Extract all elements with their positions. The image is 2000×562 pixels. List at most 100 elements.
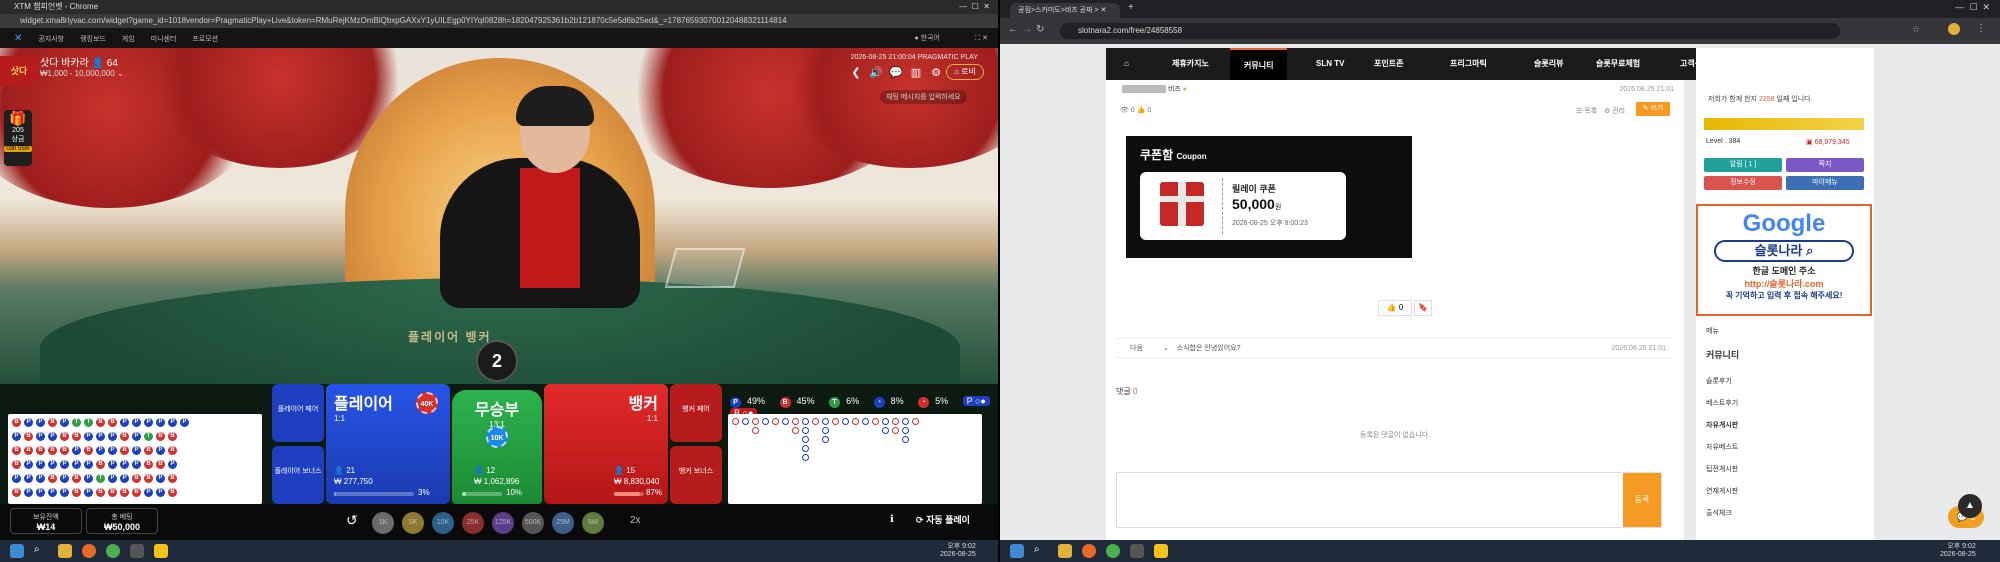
forward-icon[interactable]: → [1022, 24, 1032, 35]
browser-tab[interactable]: 공짐>스카미도>비즈 공짜 > ✕ [1010, 3, 1120, 18]
chrome-icon[interactable] [106, 544, 120, 558]
app-icon[interactable] [130, 544, 144, 558]
chip-5k[interactable]: 5K [402, 512, 424, 534]
start-icon[interactable] [10, 544, 24, 558]
chip-1k[interactable]: 1K [372, 512, 394, 534]
tie-bet[interactable]: 무승부 13:1 10K 👤 12 ₩ 1,062,896 10% [452, 390, 542, 504]
search-icon[interactable]: ⌕ [34, 544, 48, 558]
nav-casino[interactable]: 제휴카지노 [1172, 48, 1209, 80]
nav-promotion[interactable]: 프로모션 [192, 31, 218, 49]
explorer-icon[interactable] [58, 544, 72, 558]
lobby-button[interactable]: ⌂ 로비 [946, 64, 984, 80]
scroll-top-button[interactable]: ▲ [1958, 494, 1982, 518]
next-post-row[interactable]: 다음 ⌄ 소식합은 안녕있어요? 2026.08.25 21:01 [1116, 338, 1672, 358]
player-predict[interactable]: P ○● [962, 396, 990, 406]
firefox-icon[interactable] [82, 544, 96, 558]
bookmark-button[interactable]: 🔖 [1414, 300, 1432, 316]
nav-window-controls[interactable]: ⛶ ✕ [975, 30, 988, 48]
home-icon[interactable]: ⌂ [1124, 48, 1129, 80]
player-bar-fill [334, 492, 337, 496]
nav-points[interactable]: 포인트존 [1374, 48, 1403, 80]
nav-minicenter[interactable]: 미니센터 [151, 31, 177, 49]
profile-avatar[interactable] [1948, 23, 1960, 35]
window-controls[interactable]: — ☐ ✕ [959, 0, 990, 14]
player-bonus-bet[interactable]: 플레이어 보너스 [272, 446, 324, 504]
undo-icon[interactable]: ↺ [346, 512, 358, 529]
player-bet[interactable]: 플레이어 1:1 40K 👤 21 ₩ 277,750 3% [326, 384, 450, 504]
chip-500k[interactable]: 500K [522, 512, 544, 534]
search-icon-right[interactable]: ⌕ [1034, 544, 1048, 558]
chip-25m[interactable]: 25M [552, 512, 574, 534]
nav-slntv[interactable]: SLN TV [1316, 48, 1344, 80]
window-titlebar[interactable]: XTM 챔피언벳 - Chrome — ☐ ✕ [0, 0, 998, 14]
nav-games[interactable]: 게임 [122, 31, 135, 49]
chip-125k[interactable]: 125K [492, 512, 514, 534]
double-bet-button[interactable]: 2x [630, 515, 641, 526]
menu-item-free-best[interactable]: 자유베스트 [1706, 442, 1738, 452]
nav-free-slots[interactable]: 슬롯무료체험 [1596, 48, 1640, 80]
message-button[interactable]: 쪽지 [1786, 158, 1864, 172]
nav-community[interactable]: 커뮤니티 [1230, 48, 1288, 80]
window-controls-right[interactable]: — ☐ ✕ [1955, 2, 1990, 13]
menu-kebab-icon[interactable]: ⋮ [1976, 23, 1986, 34]
back-icon[interactable]: ← [1008, 24, 1018, 35]
banker-pair-bet[interactable]: 뱅커 페어 [670, 384, 722, 442]
menu-item-slot-reviews[interactable]: 슬롯후기 [1706, 376, 1732, 386]
my-menu-button[interactable]: 마이메뉴 [1786, 176, 1864, 190]
site-logo[interactable]: ✕ [14, 30, 22, 48]
community-header[interactable]: 커뮤니티 [1706, 348, 1739, 361]
vote-up-button[interactable]: 👍 0 [1378, 300, 1412, 316]
menu-item-best-reviews[interactable]: 베스트후기 [1706, 398, 1738, 408]
list-button[interactable]: ☰ 목록 [1576, 106, 1597, 116]
nav-ranking[interactable]: 랭킹보드 [80, 31, 106, 49]
comment-input[interactable]: 등록 [1116, 472, 1662, 528]
nav-slot-review[interactable]: 슬롯리뷰 [1534, 48, 1563, 80]
info-icon[interactable]: ℹ [890, 514, 894, 525]
kakaotalk-icon[interactable] [154, 544, 168, 558]
clock-right[interactable]: 오후 9:02 2026-08-25 [1940, 543, 1976, 559]
post-author-row[interactable]: 비즈 ● [1122, 84, 1187, 94]
manage-button[interactable]: ⚙ 관리 [1604, 106, 1625, 116]
coupon-card[interactable]: 릴레이 쿠폰 50,000원 2026-08-25 오후 9:00:23 [1140, 172, 1346, 240]
new-tab-icon[interactable]: + [1128, 2, 1134, 13]
url-bar[interactable]: slotnara2.com/free/24858558 [1060, 23, 1840, 39]
menu-item-tips[interactable]: 팁전게시판 [1706, 464, 1738, 474]
settings-icon[interactable]: ⚙ [926, 66, 946, 79]
kakaotalk-icon-right[interactable] [1154, 544, 1168, 558]
banker-bonus-bet[interactable]: 뱅커 보너스 [670, 446, 722, 504]
firefox-icon-right[interactable] [1082, 544, 1096, 558]
stats-icon[interactable]: ▥ [906, 66, 926, 79]
write-button[interactable]: ✎ 쓰기 [1636, 102, 1670, 116]
alarm-button[interactable]: 알림 [ 1 ] [1704, 158, 1782, 172]
nav-notice[interactable]: 공지사항 [38, 31, 64, 49]
address-bar[interactable]: widget.xma8riyvac.com/widget?game_id=101… [0, 14, 998, 28]
bet-range[interactable]: ₩1,000 - 10,000,000 [40, 69, 115, 78]
back-icon[interactable]: ❮ [846, 66, 866, 79]
banker-bet[interactable]: 뱅커 1:1 👤 15 ₩ 8,830,040 87% [544, 384, 668, 504]
chat-icon[interactable]: 💬 [886, 66, 906, 79]
register-button[interactable]: 등록 [1623, 473, 1661, 527]
chip-10k[interactable]: 10K [432, 512, 454, 534]
nav-pragmatic[interactable]: 프리그마틱 [1450, 48, 1487, 80]
explorer-icon-right[interactable] [1058, 544, 1072, 558]
domain-ad-banner[interactable]: Google 슬롯나라 ⌕ 한글 도메인 주소 http://슬롯나라.com … [1696, 204, 1872, 316]
autoplay-button[interactable]: ⟳ 자동 플레이 [916, 513, 970, 526]
menu-item-free-board[interactable]: 자유게시판 [1706, 420, 1738, 430]
bookmark-star-icon[interactable]: ☆ [1912, 24, 1920, 35]
menu-item-serial[interactable]: 연재게시판 [1706, 486, 1738, 496]
chrome-icon-right[interactable] [1106, 544, 1120, 558]
start-icon-right[interactable] [1010, 544, 1024, 558]
player-pair-bet[interactable]: 플레이어 페어 [272, 384, 324, 442]
side-promo[interactable]: 🎁 205 상금 03h 55m [4, 110, 32, 166]
menu-item-attendance[interactable]: 출석체크 [1706, 508, 1732, 518]
chip-5m[interactable]: 5M [582, 512, 604, 534]
reload-icon[interactable]: ↻ [1036, 24, 1044, 35]
edit-info-button[interactable]: 정보수정 [1704, 176, 1782, 190]
sound-icon[interactable]: 🔊 [866, 66, 886, 79]
clock-left[interactable]: 오후 9:02 2026-08-25 [940, 543, 976, 559]
app-icon-right[interactable] [1130, 544, 1144, 558]
chip-25k[interactable]: 25K [462, 512, 484, 534]
tab-close-icon[interactable]: ✕ [1101, 7, 1107, 14]
chat-input[interactable]: 채팅 메시지를 입력하세요 [880, 90, 967, 104]
language-selector[interactable]: ● 한국어 [915, 30, 941, 48]
